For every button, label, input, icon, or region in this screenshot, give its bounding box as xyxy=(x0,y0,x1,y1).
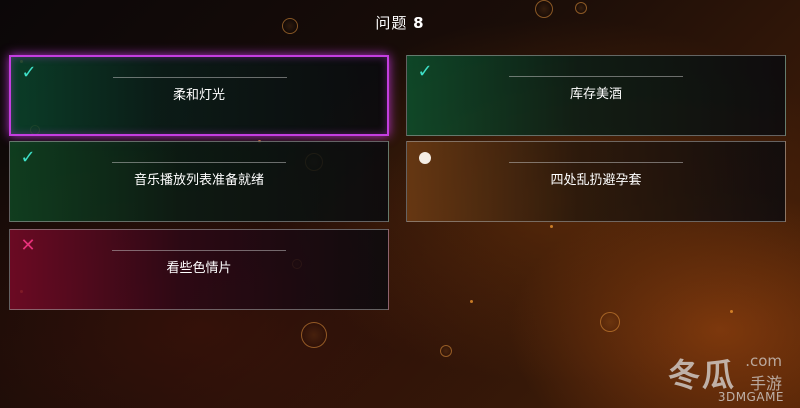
dot-icon xyxy=(419,152,431,164)
divider xyxy=(113,77,287,78)
cross-icon: ✕ xyxy=(20,235,36,256)
background-bubble xyxy=(440,345,452,357)
option-watch-porn[interactable]: ✕ 看些色情片 xyxy=(9,229,389,310)
background-spark xyxy=(730,310,733,313)
question-number: 8 xyxy=(413,14,425,32)
divider xyxy=(509,76,683,77)
divider xyxy=(112,250,286,251)
background-bubble xyxy=(301,322,327,348)
check-icon: ✓ xyxy=(21,62,37,83)
option-label: 柔和灯光 xyxy=(172,88,225,103)
question-title: 问题 8 xyxy=(0,12,800,33)
watermark-domain: .com xyxy=(745,352,782,370)
watermark-logo: 冬瓜 .com 手游 3DMGAME xyxy=(636,350,786,406)
background-bubble xyxy=(600,312,620,332)
option-stock-wine[interactable]: ✓ 库存美酒 xyxy=(406,55,786,136)
option-label: 四处乱扔避孕套 xyxy=(550,173,642,188)
option-label: 库存美酒 xyxy=(569,87,622,102)
background-spark xyxy=(470,300,473,303)
option-soft-lighting[interactable]: ✓ 柔和灯光 xyxy=(9,55,389,136)
background-spark xyxy=(550,225,553,228)
option-music-playlist[interactable]: ✓ 音乐播放列表准备就绪 xyxy=(9,141,389,222)
divider xyxy=(112,162,286,163)
option-scatter-condoms[interactable]: 四处乱扔避孕套 xyxy=(406,141,786,222)
divider xyxy=(509,162,683,163)
option-label: 看些色情片 xyxy=(166,261,232,276)
check-icon: ✓ xyxy=(417,61,433,82)
check-icon: ✓ xyxy=(20,147,36,168)
question-title-prefix: 问题 xyxy=(375,14,408,32)
watermark-brand: 3DMGAME xyxy=(717,390,784,404)
option-label: 音乐播放列表准备就绪 xyxy=(133,173,264,188)
